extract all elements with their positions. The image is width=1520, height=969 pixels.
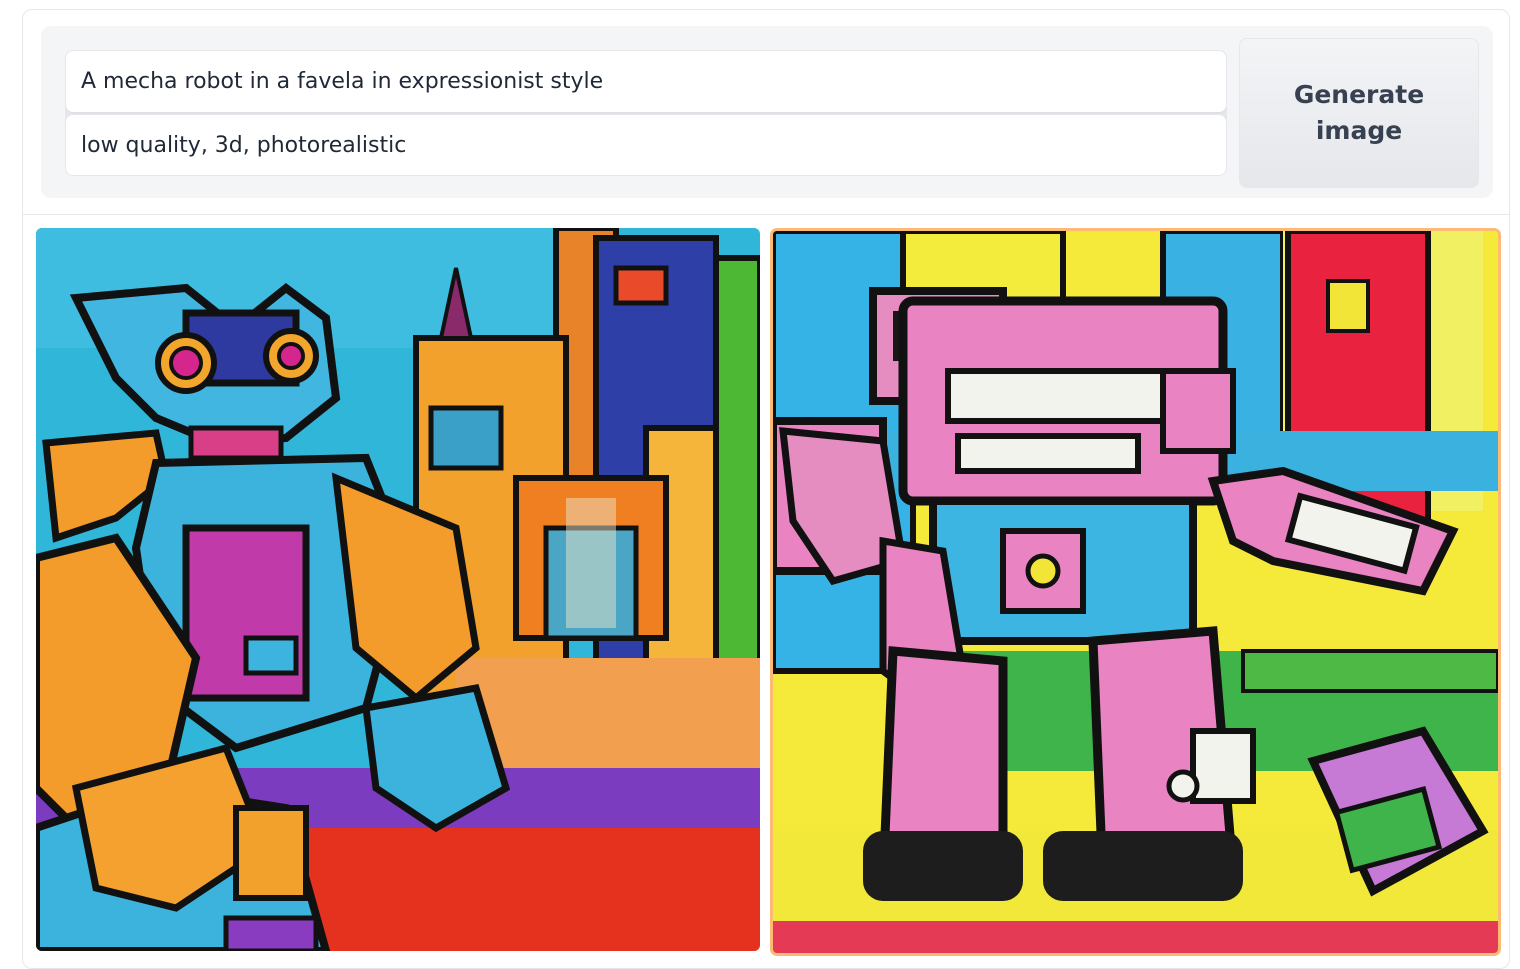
divider bbox=[23, 214, 1509, 215]
robot-painting-1 bbox=[36, 228, 760, 951]
generated-image-2[interactable] bbox=[770, 228, 1501, 956]
prompt-input[interactable]: A mecha robot in a favela in expressioni… bbox=[66, 51, 1226, 112]
generate-image-button[interactable]: Generate image bbox=[1239, 38, 1479, 188]
generated-image-1[interactable] bbox=[36, 228, 760, 951]
robot-painting-2 bbox=[773, 231, 1498, 953]
negative-prompt-input[interactable]: low quality, 3d, photorealistic bbox=[66, 115, 1226, 175]
prompt-inputs: A mecha robot in a favela in expressioni… bbox=[65, 50, 1227, 176]
image-gallery bbox=[36, 228, 1501, 958]
